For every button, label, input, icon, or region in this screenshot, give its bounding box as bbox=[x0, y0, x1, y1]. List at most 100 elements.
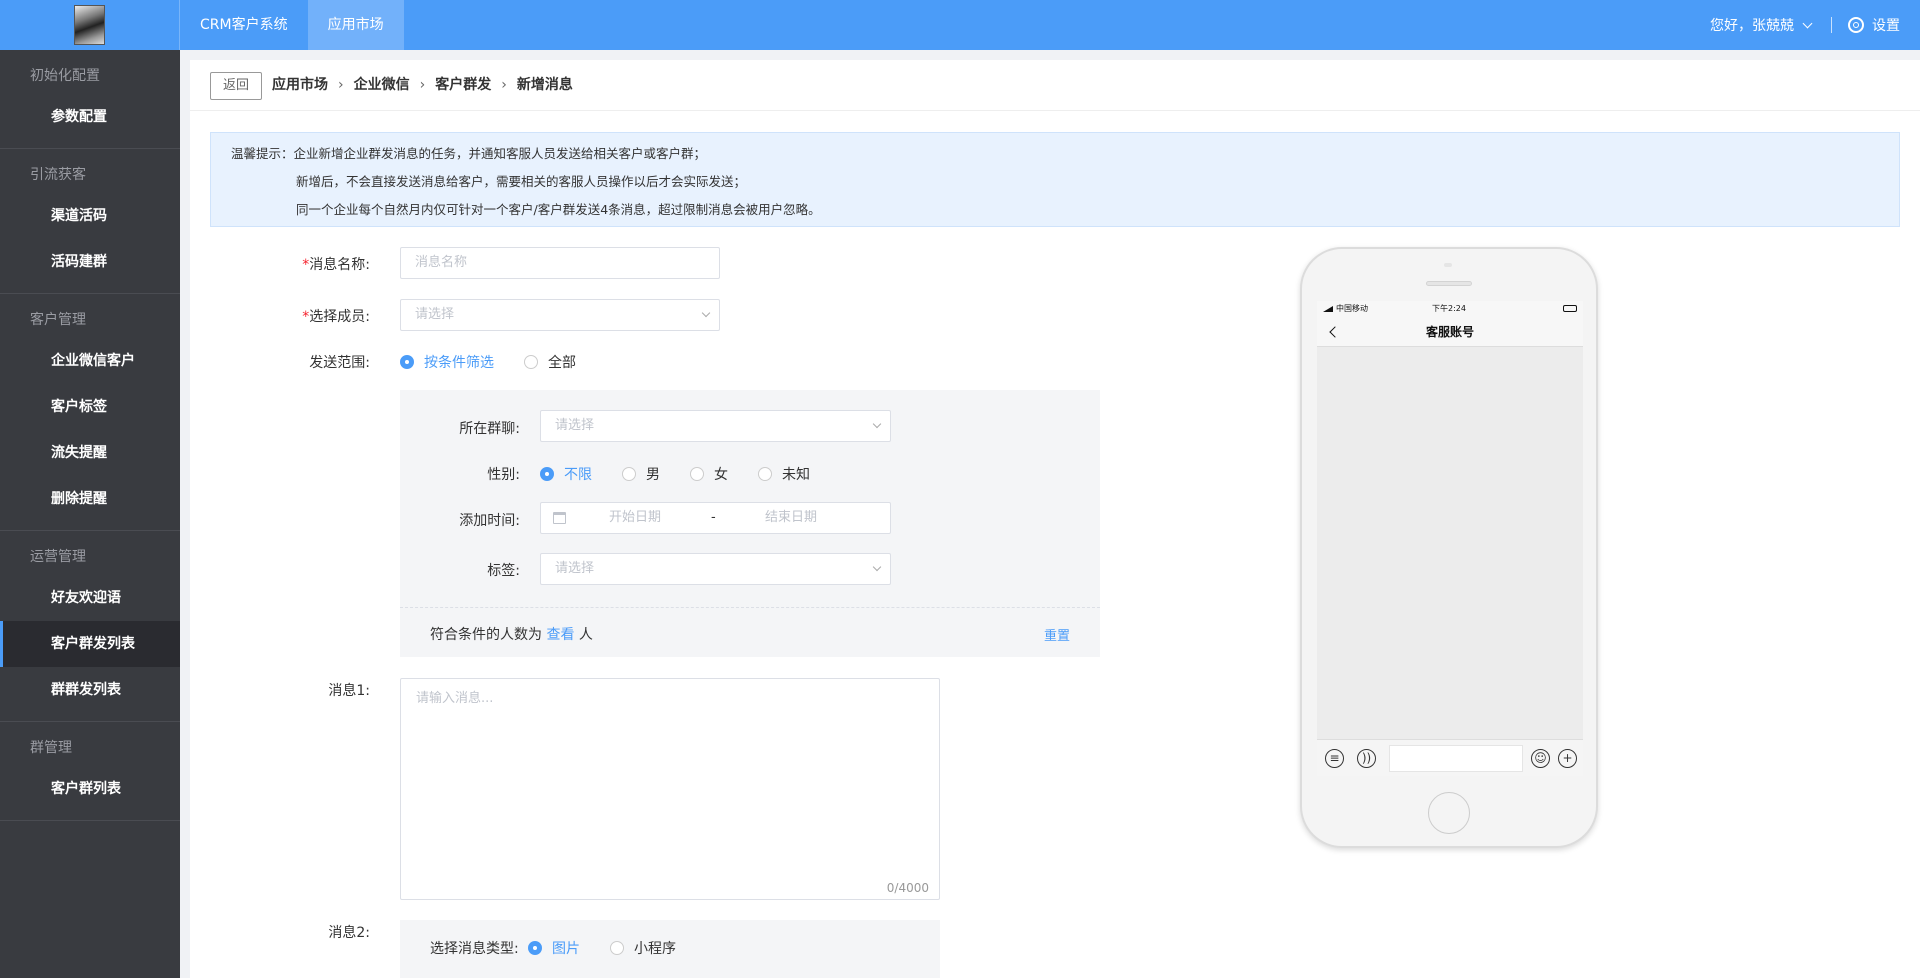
breadcrumb-current: 新增消息 bbox=[516, 77, 573, 93]
breadcrumb-item[interactable]: 企业微信 bbox=[354, 60, 410, 111]
sidebar-item-delete-alert[interactable]: 删除提醒 bbox=[0, 476, 180, 522]
type-radio-miniprogram[interactable]: 小程序 bbox=[610, 938, 676, 958]
tag-label: 标签: bbox=[487, 563, 520, 579]
status-bar: 中国移动 下午2:24 bbox=[1317, 301, 1583, 317]
sidebar-item-customer-broadcast[interactable]: 客户群发列表 bbox=[0, 621, 180, 667]
filter-panel: 所在群聊: 请选择 性别: 不限 男 女 未知 添加时间: 开始日期 - 结束日… bbox=[400, 390, 1100, 657]
sidebar-group-title: 群管理 bbox=[30, 740, 72, 756]
add-time-label: 添加时间: bbox=[459, 513, 520, 529]
reset-button[interactable]: 重置 bbox=[1044, 625, 1070, 644]
breadcrumb-bar: 返回 应用市场 › 企业微信 › 客户群发 › 新增消息 bbox=[190, 60, 1920, 111]
sidebar-item-group-broadcast[interactable]: 群群发列表 bbox=[0, 667, 180, 713]
top-nav: CRM客户系统 应用市场 bbox=[180, 0, 404, 50]
nav-crm[interactable]: CRM客户系统 bbox=[180, 0, 308, 50]
notice-line: 新增后，不会直接发送消息给客户，需要相关的客服人员操作以后才会实际发送； bbox=[296, 174, 747, 189]
notice-line: 同一个企业每个自然月内仅可针对一个客户/客户群发送4条消息，超过限制消息会被用户… bbox=[296, 202, 821, 217]
notice-box: 温馨提示：企业新增企业群发消息的任务，并通知客服人员发送给相关客户或客户群； 新… bbox=[210, 132, 1900, 227]
sidebar-group-title: 运营管理 bbox=[30, 549, 86, 565]
calendar-icon bbox=[553, 512, 566, 524]
chevron-down-icon[interactable] bbox=[1802, 18, 1813, 28]
tag-select[interactable]: 请选择 bbox=[540, 553, 891, 585]
gender-radio-male[interactable]: 男 bbox=[622, 464, 660, 484]
char-counter: 0/4000 bbox=[886, 881, 929, 895]
chevron-right-icon: › bbox=[338, 77, 344, 93]
sidebar-item-channel-code[interactable]: 渠道活码 bbox=[0, 193, 180, 239]
date-range-separator: - bbox=[711, 510, 716, 525]
breadcrumb-item[interactable]: 应用市场 bbox=[272, 60, 328, 111]
sidebar-item-customer-tags[interactable]: 客户标签 bbox=[0, 384, 180, 430]
user-area: 您好，张兢兢 设置 bbox=[1710, 0, 1900, 50]
main-content: 返回 应用市场 › 企业微信 › 客户群发 › 新增消息 温馨提示：企业新增企业群发消… bbox=[190, 60, 1920, 978]
keyboard-icon[interactable]: ≡ bbox=[1325, 749, 1344, 768]
message-type-label: 选择消息类型: bbox=[430, 941, 519, 957]
scope-radio-all[interactable]: 全部 bbox=[524, 352, 576, 372]
sidebar-item-wecom-customers[interactable]: 企业微信客户 bbox=[0, 338, 180, 384]
chat-title: 客服账号 bbox=[1425, 325, 1474, 339]
sidebar: 初始化配置 参数配置 引流获客 渠道活码 活码建群 客户管理 企业微信客户 客户… bbox=[0, 50, 180, 978]
nav-app-market[interactable]: 应用市场 bbox=[307, 0, 404, 50]
sidebar-item-code-group[interactable]: 活码建群 bbox=[0, 239, 180, 285]
chat-text-input[interactable] bbox=[1389, 745, 1523, 772]
sidebar-group-title: 客户管理 bbox=[30, 312, 86, 328]
logo-image bbox=[74, 5, 105, 45]
radio-dot bbox=[610, 941, 624, 955]
message2-panel: 选择消息类型: 图片 小程序 bbox=[400, 920, 940, 978]
phone-preview: 中国移动 下午2:24 客服账号 ≡ )) ☺ + bbox=[1300, 247, 1598, 848]
filter-footer: 符合条件的人数为 查看 人 重置 bbox=[400, 607, 1100, 657]
radio-dot bbox=[528, 941, 542, 955]
radio-dot bbox=[758, 467, 772, 481]
sidebar-group: 客户管理 企业微信客户 客户标签 流失提醒 删除提醒 bbox=[0, 294, 180, 531]
voice-icon[interactable]: )) bbox=[1357, 749, 1376, 768]
scope-radio-filter[interactable]: 按条件筛选 bbox=[400, 352, 494, 372]
message1-placeholder: 请输入消息... bbox=[416, 691, 494, 706]
user-greeting[interactable]: 您好，张兢兢 bbox=[1710, 15, 1794, 35]
plus-icon[interactable]: + bbox=[1558, 749, 1577, 768]
sidebar-item-welcome[interactable]: 好友欢迎语 bbox=[0, 575, 180, 621]
sidebar-group: 初始化配置 参数配置 bbox=[0, 50, 180, 149]
member-select[interactable]: 请选择 bbox=[400, 299, 720, 331]
radio-dot bbox=[690, 467, 704, 481]
start-date: 开始日期 bbox=[609, 510, 662, 525]
phone-screen: 中国移动 下午2:24 客服账号 ≡ )) ☺ + bbox=[1317, 301, 1583, 776]
group-chat-select[interactable]: 请选择 bbox=[540, 410, 891, 442]
radio-dot bbox=[400, 355, 414, 369]
camera bbox=[1444, 263, 1452, 267]
gender-radio-unknown[interactable]: 未知 bbox=[758, 464, 810, 484]
logo[interactable] bbox=[0, 0, 180, 50]
match-count-text: 符合条件的人数为 查看 人 bbox=[430, 627, 593, 643]
divider bbox=[1831, 17, 1832, 33]
gear-icon[interactable] bbox=[1848, 17, 1864, 33]
radio-dot bbox=[540, 467, 554, 481]
back-button[interactable]: 返回 bbox=[210, 72, 262, 100]
chevron-down-icon bbox=[872, 562, 882, 572]
sidebar-item-params[interactable]: 参数配置 bbox=[0, 94, 180, 140]
message1-textarea[interactable]: 请输入消息... 0/4000 bbox=[400, 678, 940, 900]
speaker bbox=[1426, 281, 1472, 286]
chevron-right-icon: › bbox=[419, 77, 426, 93]
notice-line: 温馨提示：企业新增企业群发消息的任务，并通知客服人员发送给相关客户或客户群； bbox=[231, 146, 707, 161]
type-radio-image[interactable]: 图片 bbox=[528, 938, 580, 958]
carrier: 中国移动 bbox=[1336, 304, 1368, 313]
message-name-input[interactable]: 消息名称 bbox=[400, 247, 720, 279]
chevron-down-icon bbox=[872, 419, 882, 429]
clock: 下午2:24 bbox=[1432, 304, 1466, 313]
breadcrumb-item[interactable]: 客户群发 bbox=[435, 60, 491, 111]
message1-label: 消息1: bbox=[328, 683, 370, 699]
settings-link[interactable]: 设置 bbox=[1872, 15, 1900, 35]
back-arrow-icon[interactable] bbox=[1329, 326, 1341, 338]
sidebar-group: 运营管理 好友欢迎语 客户群发列表 群群发列表 bbox=[0, 531, 180, 722]
sidebar-item-churn-alert[interactable]: 流失提醒 bbox=[0, 430, 180, 476]
radio-dot bbox=[622, 467, 636, 481]
view-count-link[interactable]: 查看 bbox=[546, 627, 574, 643]
gender-radio-female[interactable]: 女 bbox=[690, 464, 728, 484]
member-label: *选择成员: bbox=[302, 309, 370, 325]
emoji-icon[interactable]: ☺ bbox=[1531, 749, 1550, 768]
date-range-picker[interactable]: 开始日期 - 结束日期 bbox=[540, 502, 891, 534]
message-name-label: *消息名称: bbox=[302, 257, 370, 273]
top-bar: CRM客户系统 应用市场 您好，张兢兢 设置 bbox=[0, 0, 1920, 50]
sidebar-group-title: 引流获客 bbox=[30, 167, 86, 183]
chevron-right-icon: › bbox=[501, 77, 507, 93]
chevron-down-icon bbox=[701, 308, 711, 318]
sidebar-item-customer-groups[interactable]: 客户群列表 bbox=[0, 766, 180, 812]
gender-radio-any[interactable]: 不限 bbox=[540, 464, 592, 484]
